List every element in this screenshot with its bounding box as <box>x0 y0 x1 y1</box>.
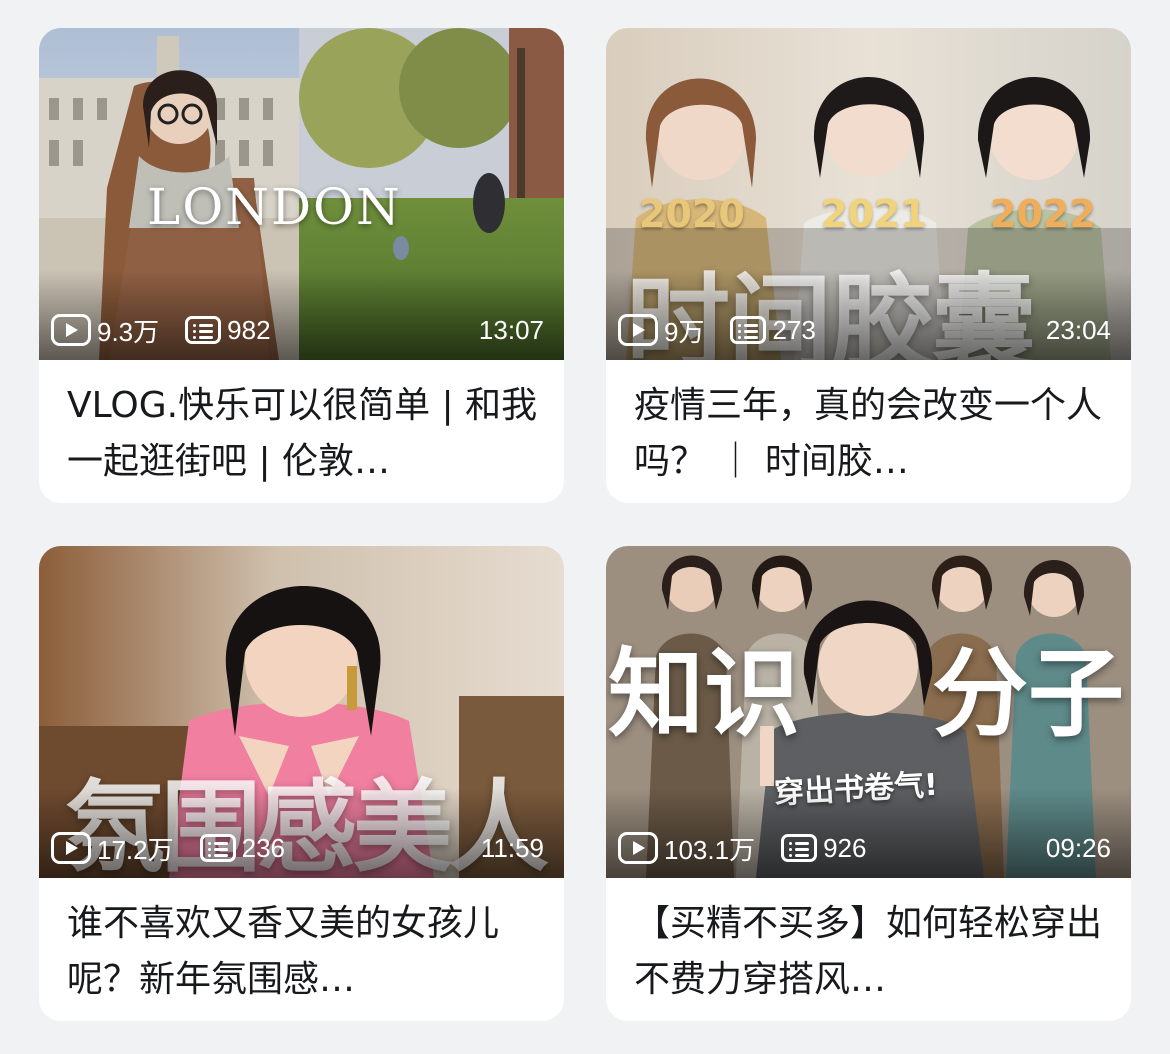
video-title[interactable]: 谁不喜欢又香又美的女孩儿呢？新年氛围感… <box>67 896 540 1008</box>
play-count-icon <box>51 314 91 346</box>
thumbnail-caption: 知识 <box>608 638 800 750</box>
view-count-value: 9万 <box>664 316 705 347</box>
view-count: 9万 <box>618 312 704 349</box>
video-title[interactable]: VLOG.快乐可以很简单 | 和我一起逛街吧 | 伦敦… <box>67 378 540 490</box>
video-thumbnail[interactable]: 氛围感美人 17.2万 236 11:59 <box>39 546 564 878</box>
danmaku-count-value: 982 <box>227 314 271 345</box>
video-thumbnail[interactable]: LONDON 9.3万 982 13:07 <box>39 28 564 360</box>
danmaku-count-value: 926 <box>823 832 867 863</box>
video-card[interactable]: LONDON 9.3万 982 13:07 VLOG.快乐可以很简单 | 和我一… <box>39 28 564 503</box>
view-count: 17.2万 <box>51 830 174 867</box>
thumbnail-caption: LONDON <box>147 178 402 236</box>
play-count-icon <box>618 832 658 864</box>
thumbnail-caption: 分子 <box>932 638 1124 750</box>
danmaku-count: 982 <box>185 314 271 346</box>
thumbnail-year: 2020 <box>639 192 745 236</box>
danmaku-count: 236 <box>199 832 285 864</box>
danmaku-count: 926 <box>781 833 866 864</box>
video-stats: 17.2万 236 11:59 <box>51 830 544 866</box>
danmaku-count-icon <box>730 316 767 344</box>
danmaku-count-value: 236 <box>241 832 285 863</box>
thumbnail-year: 2021 <box>821 192 927 236</box>
play-count-icon <box>51 832 91 864</box>
video-duration: 11:59 <box>480 832 544 863</box>
play-count-icon <box>618 314 658 346</box>
danmaku-count-value: 273 <box>772 314 816 345</box>
video-card[interactable]: 知识 分子 穿出书卷气! 103.1万 926 09:26 【买精不买 <box>606 546 1131 1021</box>
view-count-value: 103.1万 <box>664 834 756 865</box>
video-thumbnail[interactable]: 2020 2021 2022 时间胶囊 9万 273 23:04 <box>606 28 1131 360</box>
view-count: 9.3万 <box>51 312 159 349</box>
view-count-value: 9.3万 <box>97 316 160 347</box>
video-duration: 13:07 <box>478 314 544 345</box>
video-grid: LONDON 9.3万 982 13:07 VLOG.快乐可以很简单 | 和我一… <box>0 0 1170 1054</box>
thumbnail-year: 2022 <box>990 192 1096 236</box>
video-stats: 103.1万 926 09:26 <box>618 830 1111 866</box>
video-title[interactable]: 【买精不买多】如何轻松穿出不费力穿搭风… <box>634 896 1107 1008</box>
danmaku-count: 273 <box>730 314 816 346</box>
video-stats: 9.3万 982 13:07 <box>51 312 544 348</box>
view-count-value: 17.2万 <box>97 834 174 865</box>
video-card[interactable]: 氛围感美人 17.2万 236 11:59 谁不喜欢又香又美的女孩儿呢？新年氛围… <box>39 546 564 1021</box>
video-stats: 9万 273 23:04 <box>618 312 1111 348</box>
danmaku-count-icon <box>781 834 818 862</box>
video-duration: 23:04 <box>1045 314 1111 345</box>
video-title[interactable]: 疫情三年，真的会改变一个人吗？ ｜ 时间胶… <box>634 378 1107 490</box>
view-count: 103.1万 <box>618 830 755 867</box>
danmaku-count-icon <box>199 834 236 862</box>
danmaku-count-icon <box>185 316 222 344</box>
video-duration: 09:26 <box>1045 832 1111 863</box>
video-card[interactable]: 2020 2021 2022 时间胶囊 9万 273 23:04 <box>606 28 1131 503</box>
video-thumbnail[interactable]: 知识 分子 穿出书卷气! 103.1万 926 09:26 <box>606 546 1131 878</box>
